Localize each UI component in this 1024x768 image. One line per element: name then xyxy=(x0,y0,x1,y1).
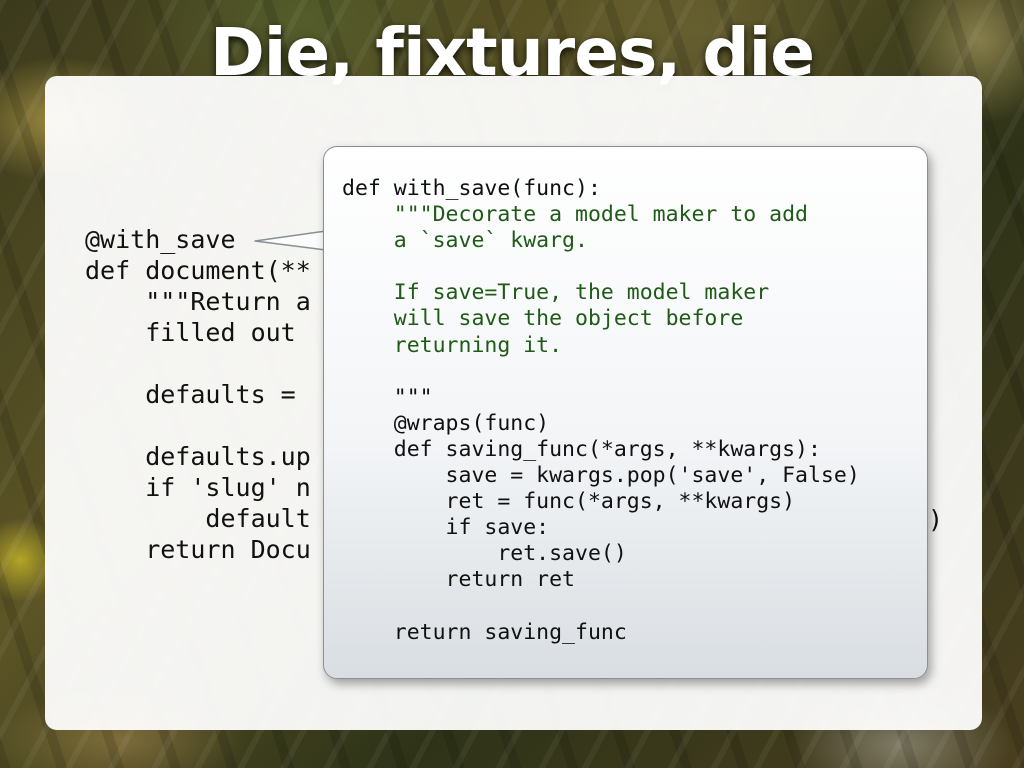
callout-code-block: def with_save(func): """Decorate a model… xyxy=(342,176,860,646)
docstring-line: If save=True, the model maker xyxy=(342,280,770,306)
main-code-line: if 'slug' n xyxy=(85,473,311,502)
callout-code-line: return ret xyxy=(342,567,575,593)
docstring-line: a `save` kwarg. xyxy=(342,228,588,254)
main-code-line: defaults = xyxy=(85,380,296,409)
callout-code-line: return saving_func xyxy=(342,619,627,645)
callout-code-line: @wraps(func) xyxy=(342,410,550,436)
callout-code-line: def saving_func(*args, **kwargs): xyxy=(342,436,821,462)
callout-code-line: save = kwargs.pop('save', False) xyxy=(342,463,860,489)
main-code-line: def document(** xyxy=(85,256,311,285)
main-code-line: filled out xyxy=(85,318,296,347)
main-code-line: """Return a xyxy=(85,287,311,316)
main-code-trailing-paren: ) xyxy=(928,505,944,534)
docstring-line: will save the object before xyxy=(342,306,744,332)
main-code-line: defaults.up xyxy=(85,442,311,471)
docstring-line: """Decorate a model maker to add xyxy=(342,202,808,228)
main-code-block: @with_save def document(** """Return a f… xyxy=(85,224,311,565)
callout-code-line: """ xyxy=(342,384,433,410)
main-code-line: default xyxy=(85,504,311,533)
callout-code-line: def with_save(func): xyxy=(342,176,601,201)
docstring-line: returning it. xyxy=(342,332,563,358)
main-code-line: return Docu xyxy=(85,535,311,564)
main-code-line: @with_save xyxy=(85,225,236,254)
callout-code-line: ret.save() xyxy=(342,541,627,567)
callout-pointer xyxy=(254,230,327,251)
callout-code-line: if save: xyxy=(342,515,550,541)
callout-code-line: ret = func(*args, **kwargs) xyxy=(342,489,796,515)
